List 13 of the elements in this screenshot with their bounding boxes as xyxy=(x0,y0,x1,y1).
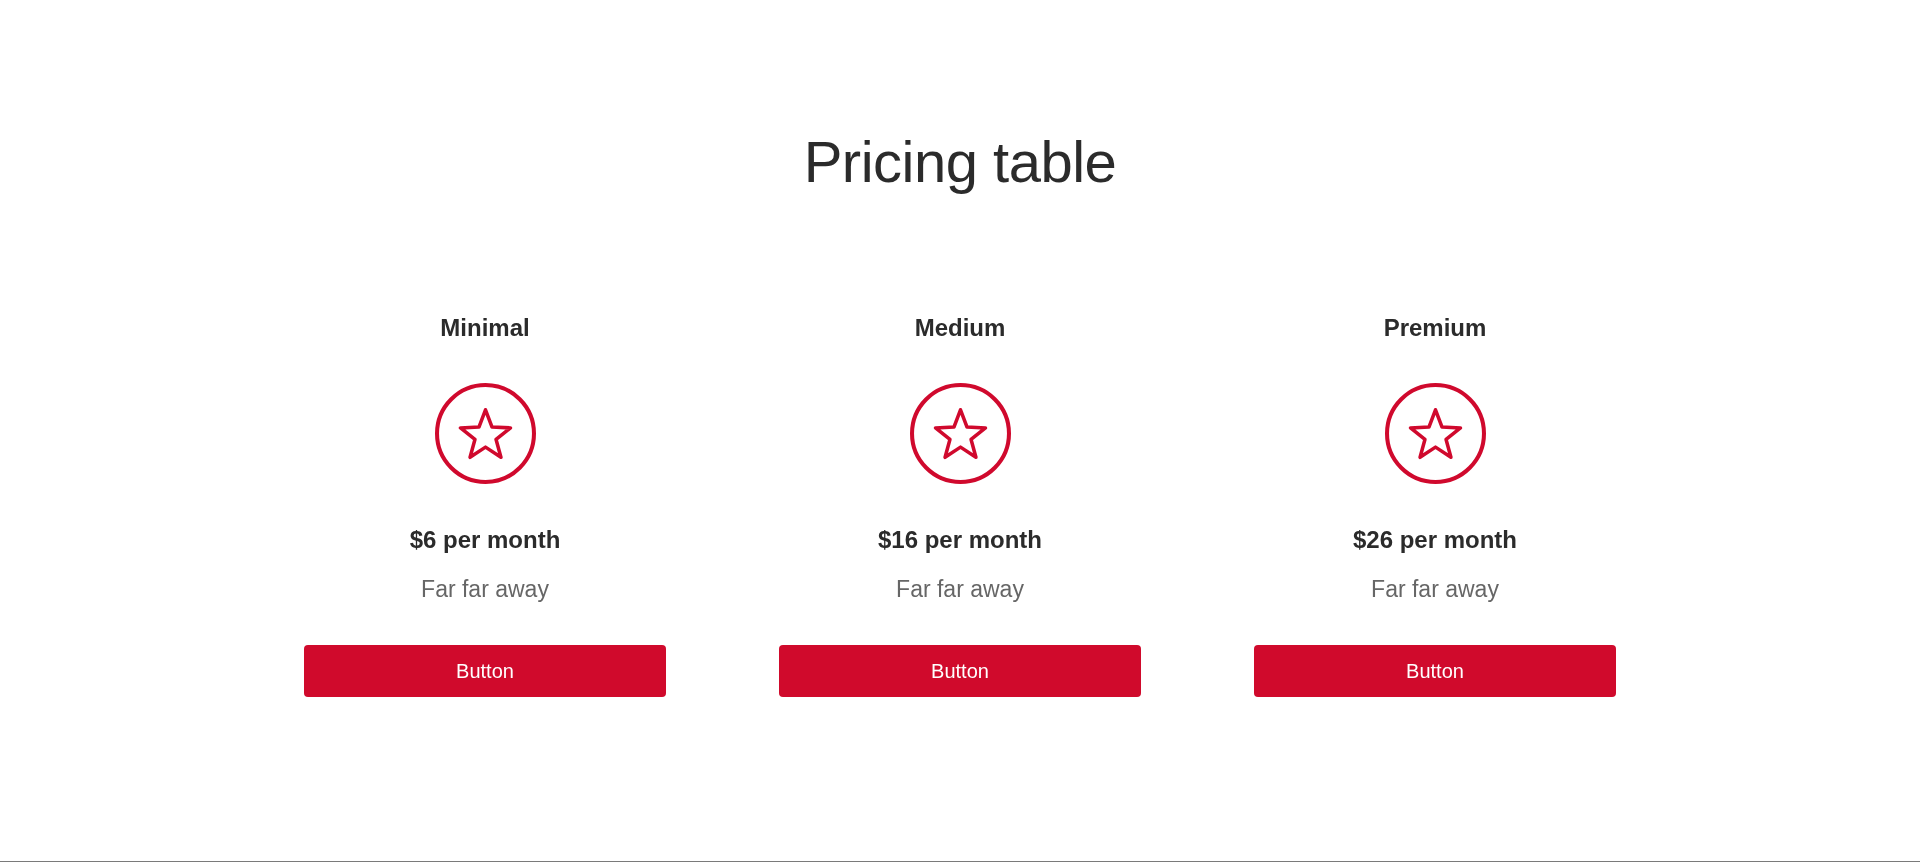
plan-name: Premium xyxy=(1383,313,1487,343)
plan-name: Medium xyxy=(914,313,1006,343)
plan-description: Far far away xyxy=(1371,575,1499,604)
plan-description: Far far away xyxy=(421,575,549,604)
plan-price: $6 per month xyxy=(409,525,561,555)
plan-button[interactable]: Button xyxy=(779,645,1141,697)
plan-button[interactable]: Button xyxy=(304,645,666,697)
plan-description: Far far away xyxy=(896,575,1024,604)
plan-price: $26 per month xyxy=(1352,525,1517,555)
page-title: Pricing table xyxy=(803,128,1117,196)
plan-price: $16 per month xyxy=(877,525,1042,555)
plan-name: Minimal xyxy=(440,313,530,343)
plan-button[interactable]: Button xyxy=(1254,645,1616,697)
